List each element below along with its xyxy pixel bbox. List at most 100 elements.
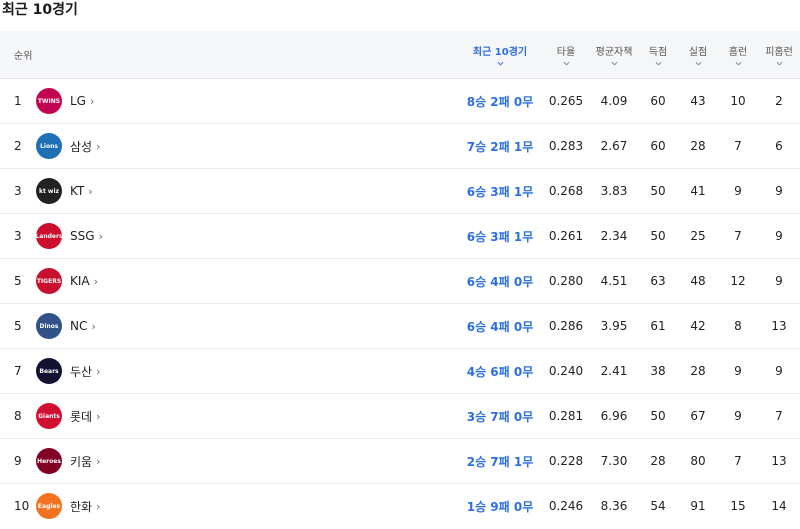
chevron-right-icon: ›: [88, 184, 93, 198]
column-header-era-label: 평균자책: [595, 46, 633, 58]
team-name: LG: [70, 94, 86, 108]
home-runs: 7: [734, 139, 742, 153]
runs-scored: 50: [650, 229, 666, 243]
recent-record: 8승 2패 0무: [466, 94, 534, 109]
recent-record: 6승 3패 1무: [466, 229, 534, 244]
runs-scored: 38: [650, 364, 666, 378]
chevron-down-icon: [655, 61, 661, 66]
runs-allowed: 67: [690, 409, 706, 423]
column-header-runs[interactable]: 득점: [636, 31, 680, 78]
column-header-hra-label: 피홈런: [765, 46, 793, 58]
home-runs-allowed: 2: [775, 94, 783, 108]
runs-allowed: 28: [690, 364, 706, 378]
column-header-ra[interactable]: 실점: [680, 31, 716, 78]
rank-cell: 5: [14, 274, 22, 288]
table-row: 7 Bears 두산 › 4승 6패 0무 0.240 2.41 38 28 9 9: [0, 349, 800, 394]
recent-record: 4승 6패 0무: [466, 364, 534, 379]
era: 4.09: [600, 94, 628, 108]
column-header-rank: 순위: [0, 31, 40, 78]
column-header-hra[interactable]: 피홈런: [760, 31, 798, 78]
runs-allowed: 25: [690, 229, 706, 243]
chevron-right-icon: ›: [96, 499, 101, 513]
column-header-hr[interactable]: 홈런: [716, 31, 760, 78]
team-link[interactable]: Landers SSG ›: [36, 214, 196, 258]
runs-allowed: 80: [690, 454, 706, 468]
column-header-hr-label: 홈런: [728, 46, 748, 58]
table-row: 5 Dinos NC › 6승 4패 0무 0.286 3.95 61 42 8 13: [0, 304, 800, 349]
team-link[interactable]: Giants 롯데 ›: [36, 394, 196, 438]
batting-avg: 0.281: [548, 409, 584, 423]
runs-allowed: 28: [690, 139, 706, 153]
rank-cell: 2: [14, 139, 22, 153]
team-link[interactable]: Heroes 키움 ›: [36, 439, 196, 483]
team-name: 두산: [70, 364, 93, 379]
table-row: 1 TWINS LG › 8승 2패 0무 0.265 4.09 60 43 10 2: [0, 79, 800, 124]
era: 2.67: [600, 139, 628, 153]
team-link[interactable]: TWINS LG ›: [36, 79, 196, 123]
home-runs-allowed: 9: [775, 364, 783, 378]
era: 7.30: [600, 454, 628, 468]
chevron-right-icon: ›: [89, 94, 95, 108]
chevron-right-icon: ›: [96, 409, 101, 423]
team-name: KIA: [70, 274, 90, 288]
runs-allowed: 48: [690, 274, 706, 288]
team-logo: Dinos: [36, 313, 62, 339]
home-runs-allowed: 14: [771, 499, 787, 513]
chevron-down-icon: [563, 61, 569, 66]
team-link[interactable]: TIGERS KIA ›: [36, 259, 196, 303]
team-link[interactable]: Eagles 한화 ›: [36, 484, 196, 528]
team-logo: TWINS: [36, 88, 62, 114]
column-header-ra-label: 실점: [688, 46, 708, 58]
team-link[interactable]: Lions 삼성 ›: [36, 124, 196, 168]
runs-allowed: 43: [690, 94, 706, 108]
team-name: KT: [70, 184, 85, 198]
column-header-era[interactable]: 평균자책: [592, 31, 636, 78]
runs-scored: 54: [650, 499, 666, 513]
team-logo: Landers: [36, 223, 62, 249]
team-logo: TIGERS: [36, 268, 62, 294]
batting-avg: 0.261: [548, 229, 584, 243]
table-body: 1 TWINS LG › 8승 2패 0무 0.265 4.09 60 43 10 2 2 Lions 삼…: [0, 79, 800, 528]
column-header-recent[interactable]: 최근 10경기: [460, 31, 540, 78]
home-runs: 8: [734, 319, 742, 333]
home-runs-allowed: 13: [771, 454, 787, 468]
recent-record: 2승 7패 1무: [466, 454, 534, 469]
table-row: 8 Giants 롯데 › 3승 7패 0무 0.281 6.96 50 67 9 7: [0, 394, 800, 439]
team-link[interactable]: Dinos NC ›: [36, 304, 196, 348]
team-logo: kt wiz: [36, 178, 62, 204]
team-name: 삼성: [70, 139, 93, 154]
home-runs: 9: [734, 409, 742, 423]
rank-cell: 7: [14, 364, 22, 378]
team-logo: Lions: [36, 133, 62, 159]
runs-scored: 60: [650, 94, 666, 108]
recent-record: 6승 4패 0무: [466, 319, 534, 334]
column-header-recent-label: 최근 10경기: [472, 46, 528, 58]
team-name: SSG: [70, 229, 95, 243]
era: 3.83: [600, 184, 628, 198]
chevron-down-icon: [776, 61, 782, 66]
batting-avg: 0.280: [548, 274, 584, 288]
chevron-down-icon: [611, 61, 617, 66]
batting-avg: 0.246: [548, 499, 584, 513]
table-row: 10 Eagles 한화 › 1승 9패 0무 0.246 8.36 54 91 15 14: [0, 484, 800, 528]
column-header-runs-label: 득점: [648, 46, 668, 58]
rank-cell: 8: [14, 409, 22, 423]
era: 8.36: [600, 499, 628, 513]
recent-record: 1승 9패 0무: [466, 499, 534, 514]
rank-cell: 5: [14, 319, 22, 333]
batting-avg: 0.265: [548, 94, 584, 108]
rank-cell: 3: [14, 184, 22, 198]
era: 3.95: [600, 319, 628, 333]
team-link[interactable]: kt wiz KT ›: [36, 169, 196, 213]
table-row: 3 kt wiz KT › 6승 3패 1무 0.268 3.83 50 41 9 9: [0, 169, 800, 214]
rank-cell: 10: [14, 499, 30, 513]
runs-scored: 60: [650, 139, 666, 153]
chevron-right-icon: ›: [96, 364, 101, 378]
team-link[interactable]: Bears 두산 ›: [36, 349, 196, 393]
home-runs-allowed: 9: [775, 229, 783, 243]
chevron-right-icon: ›: [93, 274, 99, 288]
team-logo: Bears: [36, 358, 62, 384]
column-header-avg[interactable]: 타율: [540, 31, 592, 78]
era: 2.34: [600, 229, 628, 243]
team-name: NC: [70, 319, 88, 333]
